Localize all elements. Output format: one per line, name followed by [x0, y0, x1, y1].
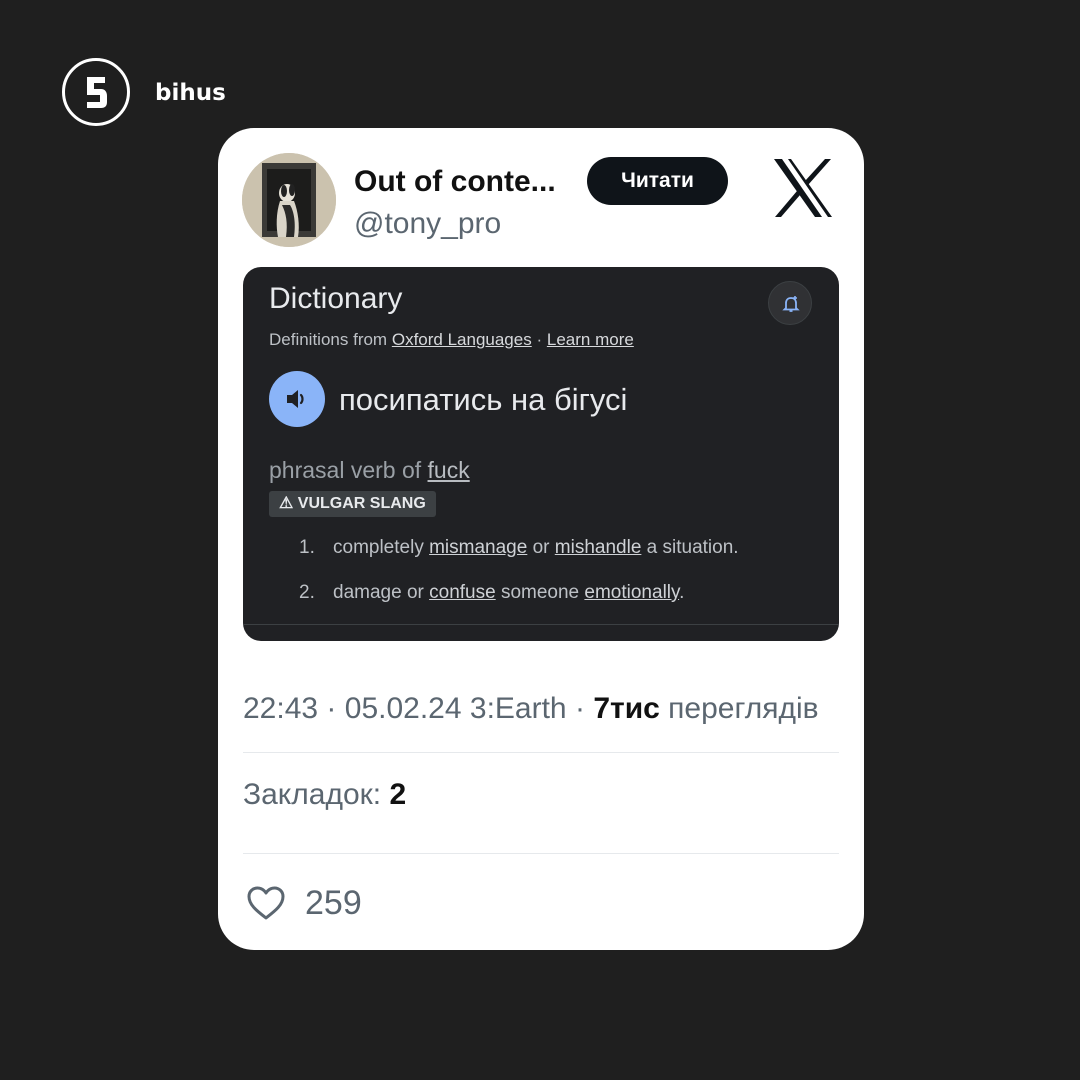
- register-badge: ⚠ VULGAR SLANG: [269, 491, 436, 517]
- speaker-icon: [287, 390, 304, 408]
- meta-separator: ·: [574, 692, 585, 725]
- meta-separator: ·: [326, 692, 337, 725]
- divider: [243, 752, 839, 753]
- definition-number: 2.: [299, 582, 315, 603]
- learn-more-link[interactable]: Learn more: [547, 330, 634, 349]
- definition-list: 1. completely mismanage or mishandle a si…: [299, 536, 739, 626]
- warning-icon: ⚠: [279, 495, 294, 512]
- author-avatar[interactable]: [242, 153, 336, 247]
- register-label: VULGAR SLANG: [297, 495, 426, 512]
- tweet-meta: 22:43 · 05.02.24 3:Earth · 7тис перегляд…: [243, 691, 819, 727]
- dictionary-source: Definitions from Oxford Languages · Lear…: [269, 329, 634, 351]
- pos-link[interactable]: fuck: [428, 457, 470, 483]
- bookmarks-label: Закладок:: [243, 778, 382, 811]
- views-label: переглядів: [668, 692, 819, 725]
- brand-name: bihus: [155, 80, 226, 106]
- definition-text: .: [679, 582, 685, 603]
- definition-link[interactable]: confuse: [429, 582, 496, 603]
- tweet-source: 3:Earth: [469, 692, 567, 725]
- follow-button[interactable]: Читати: [587, 157, 728, 205]
- headword: посипатись на бігусі: [339, 382, 628, 417]
- definition-item: 1. completely mismanage or mishandle a si…: [299, 536, 739, 581]
- likes-count: 259: [305, 884, 362, 922]
- definition-text: someone: [495, 582, 585, 603]
- tweet-card: Out of conte... @tony_pro Читати Diction…: [218, 128, 864, 950]
- author-handle[interactable]: @tony_pro: [354, 206, 501, 242]
- oxford-languages-link[interactable]: Oxford Languages: [392, 330, 532, 349]
- tweet-date: 05.02.24: [344, 692, 462, 725]
- definition-text: a situation.: [641, 537, 739, 558]
- source-separator: ·: [536, 330, 543, 349]
- definition-link[interactable]: emotionally: [584, 582, 679, 603]
- bihus-logo-icon: [62, 58, 130, 126]
- part-of-speech: phrasal verb of fuck: [269, 456, 470, 484]
- views-count: 7тис: [593, 692, 660, 725]
- pronunciation-button[interactable]: [269, 371, 325, 427]
- bookmarks-row[interactable]: Закладок: 2: [243, 777, 406, 813]
- source-prefix: Definitions from: [269, 330, 388, 349]
- tweet-time: 22:43: [243, 692, 319, 725]
- definition-text: or: [527, 537, 555, 558]
- definition-link[interactable]: mismanage: [429, 537, 527, 558]
- bookmarks-count: 2: [389, 778, 407, 811]
- definition-item: 2. damage or confuse someone emotionally.: [299, 581, 739, 626]
- definition-link[interactable]: mishandle: [555, 537, 642, 558]
- author-display-name[interactable]: Out of conte...: [354, 164, 556, 200]
- x-logo-icon[interactable]: [772, 158, 834, 218]
- pos-prefix: phrasal verb of: [269, 457, 422, 483]
- dictionary-screenshot: Dictionary Definitions from Oxford Langu…: [243, 267, 839, 641]
- divider: [243, 853, 839, 854]
- heart-icon[interactable]: [243, 880, 289, 926]
- dictionary-title: Dictionary: [269, 282, 403, 315]
- divider: [243, 624, 839, 625]
- definition-text: damage or: [333, 582, 430, 603]
- notification-bell-icon[interactable]: [768, 281, 812, 325]
- definition-text: completely: [333, 537, 430, 558]
- definition-number: 1.: [299, 537, 315, 558]
